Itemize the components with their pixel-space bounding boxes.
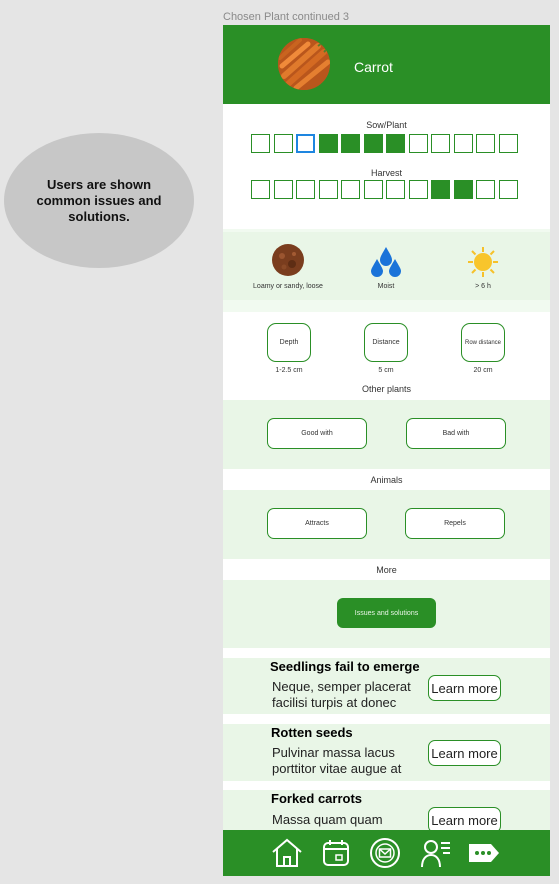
issues-and-solutions-label: Issues and solutions [354, 609, 419, 617]
sow-month-3 [296, 134, 315, 153]
distance-value: 5 cm [378, 367, 394, 374]
depth-value: 1-2.5 cm [275, 367, 303, 374]
calendar-icon[interactable] [320, 837, 352, 869]
repels-label: Repels [444, 520, 466, 527]
more-heading: More [376, 565, 397, 575]
other-plants-heading: Other plants [361, 384, 412, 394]
animals-panel: Attracts Repels [223, 490, 550, 559]
bottom-navigation [223, 830, 550, 876]
annotation-bubble: Users are shown common issues and soluti… [4, 133, 194, 268]
sow-month-2 [273, 134, 293, 153]
bad-with-label: Bad with [442, 430, 470, 437]
attracts-button[interactable]: Attracts [267, 508, 367, 539]
harvest-month-12 [498, 180, 518, 199]
other-plants-header: Other plants [223, 378, 550, 400]
plant-header: Carrot [223, 25, 550, 104]
sow-month-row [251, 134, 518, 153]
distance-title: Distance [372, 339, 400, 346]
harvest-month-8 [408, 180, 428, 199]
issue-card: Rotten seeds Pulvinar massa lacus portti… [223, 724, 550, 781]
harvest-month-6 [363, 180, 383, 199]
good-with-button[interactable]: Good with [267, 418, 367, 449]
sow-month-9 [431, 134, 450, 153]
more-tag-icon[interactable] [467, 837, 501, 869]
water-label: Moist [377, 283, 395, 290]
row-distance-title: Row distance [464, 339, 502, 346]
frame-label: Chosen Plant continued 3 [223, 11, 349, 23]
annotation-text: Users are shown common issues and soluti… [36, 176, 162, 224]
sow-month-4 [318, 134, 338, 153]
issues-and-solutions-button[interactable]: Issues and solutions [337, 598, 436, 628]
sow-month-11 [476, 134, 495, 153]
growing-conditions: Loamy or sandy, loose Moist > 6 h [223, 232, 550, 300]
water-drops-icon [371, 247, 401, 277]
other-plants-panel: Good with Bad with [223, 400, 550, 469]
calendar-panel: Sow/Plant Harvest [223, 104, 550, 229]
issue-description: Neque, semper placerat facilisi turpis a… [272, 679, 411, 710]
divider [223, 781, 550, 790]
harvest-month-11 [476, 180, 495, 199]
mail-icon[interactable] [369, 837, 401, 869]
home-icon[interactable] [271, 837, 303, 869]
sow-label: Sow/Plant [366, 120, 407, 130]
sow-month-6 [363, 134, 383, 153]
harvest-month-9 [431, 180, 450, 199]
animals-heading: Animals [370, 475, 403, 485]
carrot-photo [278, 38, 330, 90]
harvest-month-5 [341, 180, 360, 199]
profile-list-icon[interactable] [420, 837, 452, 869]
harvest-month-2 [273, 180, 293, 199]
bad-with-button[interactable]: Bad with [406, 418, 506, 449]
phone-screen: Carrot Sow/Plant Harvest Loamy or sandy,… [223, 25, 550, 876]
divider [223, 648, 550, 658]
row-distance-card[interactable]: Row distance [461, 323, 505, 362]
divider [223, 714, 550, 724]
depth-card[interactable]: Depth [267, 323, 311, 362]
harvest-month-7 [386, 180, 405, 199]
harvest-month-10 [453, 180, 473, 199]
learn-more-label: Learn more [431, 680, 498, 696]
more-header: More [223, 559, 550, 580]
sow-month-7 [386, 134, 405, 153]
harvest-month-3 [296, 180, 315, 199]
sow-month-8 [408, 134, 428, 153]
learn-more-button[interactable]: Learn more [428, 740, 501, 766]
attracts-label: Attracts [305, 520, 329, 527]
sow-month-10 [453, 134, 473, 153]
sow-month-12 [498, 134, 518, 153]
learn-more-label: Learn more [431, 812, 498, 828]
sow-month-5 [341, 134, 360, 153]
issue-title: Rotten seeds [271, 725, 353, 740]
learn-more-button[interactable]: Learn more [428, 675, 501, 701]
harvest-label: Harvest [370, 168, 402, 178]
soil-icon [272, 244, 304, 276]
depth-title: Depth [279, 339, 299, 346]
sow-month-1 [251, 134, 270, 153]
harvest-month-1 [251, 180, 270, 199]
harvest-month-row [251, 180, 518, 199]
harvest-month-4 [318, 180, 338, 199]
issue-description: Massa quam quam [272, 812, 383, 827]
planting-measurements: Depth 1-2.5 cm Distance 5 cm Row distanc… [223, 312, 550, 378]
issue-card: Seedlings fail to emerge Neque, semper p… [223, 658, 550, 714]
sun-icon [468, 247, 498, 277]
plant-name: Carrot [354, 59, 393, 75]
good-with-label: Good with [301, 430, 333, 437]
repels-button[interactable]: Repels [405, 508, 505, 539]
issue-description: Pulvinar massa lacus porttitor vitae aug… [272, 745, 402, 776]
issue-title: Seedlings fail to emerge [270, 659, 420, 674]
row-distance-value: 20 cm [473, 367, 493, 374]
animals-header: Animals [223, 469, 550, 490]
distance-card[interactable]: Distance [364, 323, 408, 362]
sun-label: > 6 h [475, 283, 491, 290]
learn-more-label: Learn more [431, 745, 498, 761]
soil-label: Loamy or sandy, loose [253, 283, 323, 290]
issue-title: Forked carrots [271, 791, 363, 806]
